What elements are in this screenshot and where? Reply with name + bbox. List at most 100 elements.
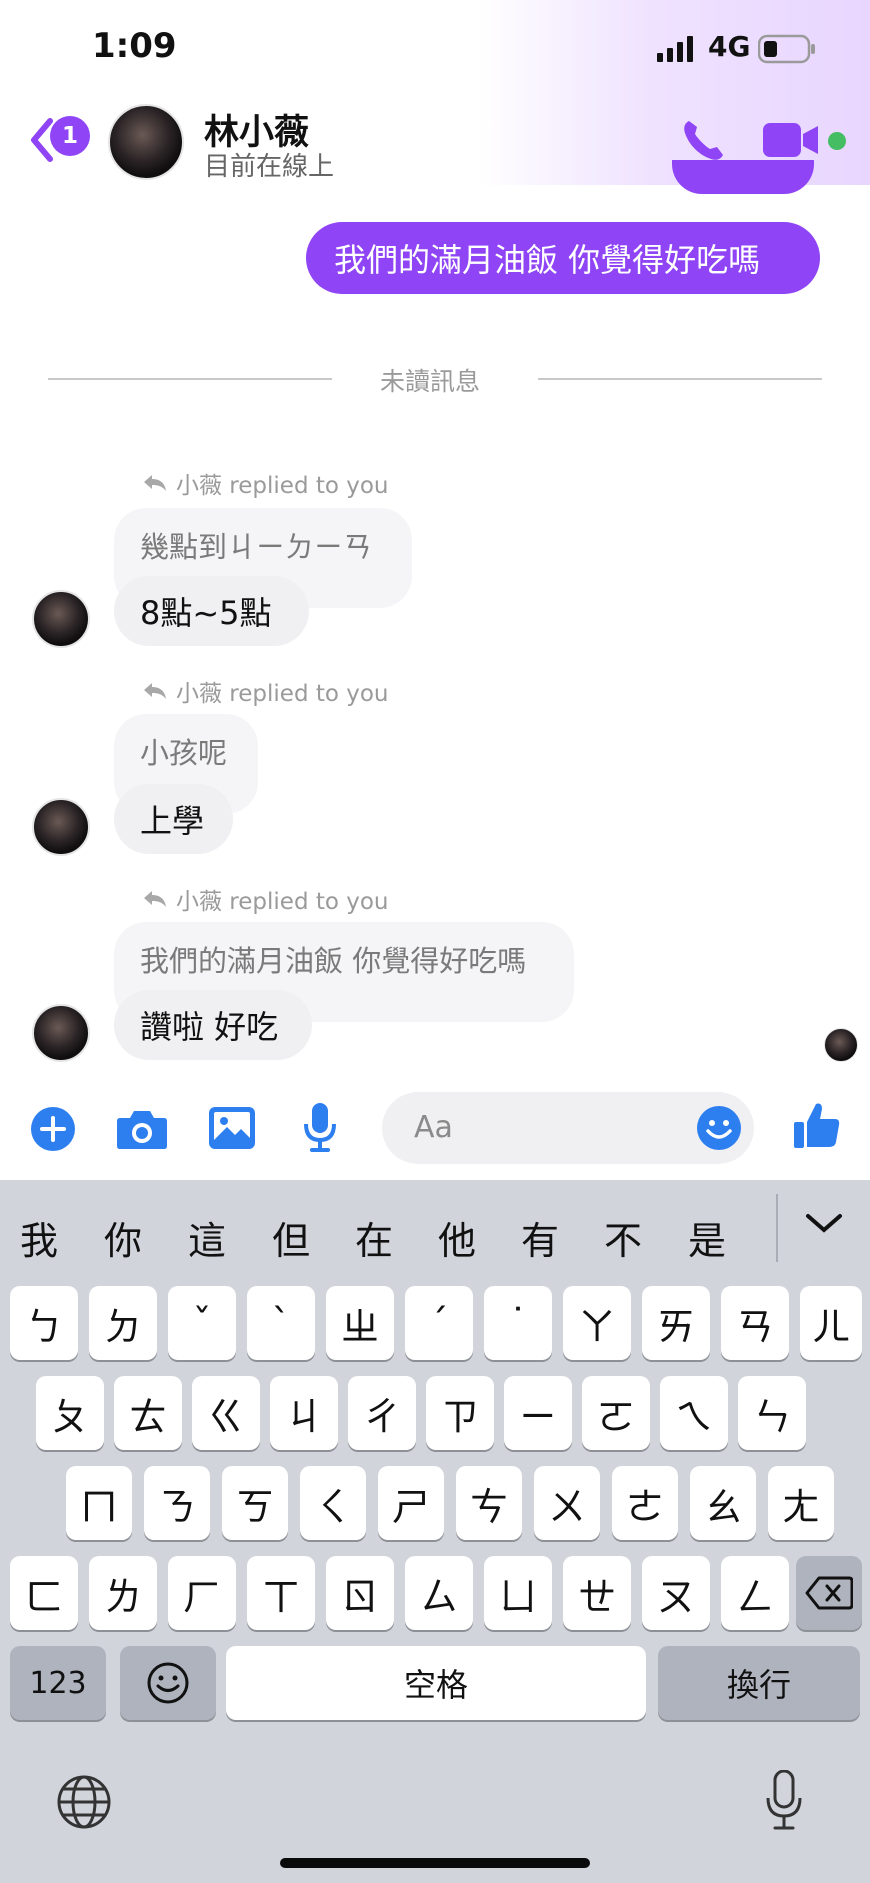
like-button[interactable] xyxy=(792,1100,842,1150)
image-icon xyxy=(209,1107,255,1149)
key[interactable]: ㄅ xyxy=(10,1286,78,1360)
reply-arrow-icon xyxy=(144,891,166,907)
key[interactable]: ㄤ xyxy=(768,1466,834,1540)
key[interactable]: ˋ xyxy=(247,1286,315,1360)
video-camera-icon xyxy=(763,123,818,157)
key[interactable]: ㄕ xyxy=(378,1466,444,1540)
key[interactable]: ㄜ xyxy=(612,1466,678,1540)
candidate-word[interactable]: 這 xyxy=(188,1210,226,1265)
battery-icon xyxy=(757,34,816,64)
call-button[interactable] xyxy=(679,115,729,165)
previous-message-bubble xyxy=(672,160,814,194)
key[interactable]: ㄊ xyxy=(114,1376,182,1450)
quoted-message-text: 幾點到ㄐㄧㄉㄧㄢ xyxy=(140,530,373,564)
key[interactable]: ㄚ xyxy=(563,1286,631,1360)
key[interactable]: ㄠ xyxy=(690,1466,756,1540)
dictation-button[interactable] xyxy=(764,1769,804,1830)
key[interactable]: ˇ xyxy=(168,1286,236,1360)
key[interactable]: ㄥ xyxy=(721,1556,789,1630)
key[interactable]: ㄍ xyxy=(192,1376,260,1450)
back-button[interactable]: 1 xyxy=(26,112,92,168)
key[interactable]: ㄈ xyxy=(10,1556,78,1630)
key[interactable]: ㄏ xyxy=(168,1556,236,1630)
key[interactable]: ㄎ xyxy=(222,1466,288,1540)
key[interactable]: ㄢ xyxy=(721,1286,789,1360)
candidate-word[interactable]: 有 xyxy=(521,1210,559,1265)
sender-avatar[interactable] xyxy=(32,1004,90,1062)
key[interactable]: ㄌ xyxy=(89,1556,157,1630)
replied-note-text: 小薇 replied to you xyxy=(176,889,389,915)
key[interactable]: ㄩ xyxy=(484,1556,552,1630)
add-button[interactable] xyxy=(30,1106,76,1152)
key[interactable]: ㄙ xyxy=(405,1556,473,1630)
read-receipt-avatar xyxy=(824,1028,858,1062)
replied-note-text: 小薇 replied to you xyxy=(176,473,389,499)
camera-button[interactable] xyxy=(116,1108,168,1150)
key[interactable]: ㄆ xyxy=(36,1376,104,1450)
candidate-word[interactable]: 我 xyxy=(20,1210,58,1265)
key[interactable]: ㄒ xyxy=(247,1556,315,1630)
candidate-word[interactable]: 但 xyxy=(272,1210,310,1265)
microphone-icon xyxy=(304,1103,336,1152)
globe-button[interactable] xyxy=(56,1774,112,1830)
key[interactable]: ㄡ xyxy=(642,1556,710,1630)
key[interactable]: ㄉ xyxy=(89,1286,157,1360)
divider-line-right xyxy=(538,378,822,380)
incoming-message[interactable]: 讚啦 好吃 xyxy=(114,990,312,1060)
key[interactable]: ㄦ xyxy=(800,1286,862,1360)
key[interactable]: ㄑ xyxy=(300,1466,366,1540)
key[interactable]: ㄇ xyxy=(66,1466,132,1540)
reply-arrow-icon xyxy=(144,683,166,699)
key[interactable]: ㄟ xyxy=(660,1376,728,1450)
key[interactable]: ˙ xyxy=(484,1286,552,1360)
key[interactable]: ㄐ xyxy=(270,1376,338,1450)
key[interactable]: ㄨ xyxy=(534,1466,600,1540)
emoji-key[interactable] xyxy=(120,1646,216,1720)
candidate-word[interactable]: 他 xyxy=(438,1210,476,1265)
sender-avatar[interactable] xyxy=(32,798,90,856)
key[interactable]: ㄣ xyxy=(738,1376,806,1450)
return-key[interactable]: 換行 xyxy=(658,1646,860,1720)
key[interactable]: ㄋ xyxy=(144,1466,210,1540)
video-call-button[interactable] xyxy=(762,120,822,160)
key[interactable]: ㄞ xyxy=(642,1286,710,1360)
key[interactable]: ㄖ xyxy=(326,1556,394,1630)
key[interactable]: ㄗ xyxy=(426,1376,494,1450)
incoming-message-text: 8點~5點 xyxy=(140,594,272,632)
thumbs-up-icon xyxy=(794,1103,840,1148)
key[interactable]: ㄧ xyxy=(504,1376,572,1450)
chevron-down-icon xyxy=(806,1214,842,1233)
globe-icon xyxy=(57,1775,111,1829)
quoted-message-text: 我們的滿月油飯 你覺得好吃嗎 xyxy=(140,944,527,978)
backspace-key[interactable] xyxy=(796,1556,862,1630)
key[interactable]: ㄛ xyxy=(582,1376,650,1450)
candidate-word[interactable]: 你 xyxy=(104,1210,142,1265)
outgoing-message[interactable]: 我們的滿月油飯 你覺得好吃嗎 xyxy=(306,222,820,294)
messenger-chat-screen: 1:09 4G 1 林小薇 目前在線上 我們的滿月油飯 你覺得好吃嗎 未讀訊息 … xyxy=(0,0,870,1883)
numbers-key[interactable]: 123 xyxy=(10,1646,106,1720)
incoming-message[interactable]: 上學 xyxy=(114,784,233,854)
message-input[interactable]: Aa xyxy=(382,1092,754,1164)
incoming-message[interactable]: 8點~5點 xyxy=(114,576,309,646)
space-key[interactable]: 空格 xyxy=(226,1646,646,1720)
key[interactable]: ㄔ xyxy=(348,1376,416,1450)
candidate-word[interactable]: 在 xyxy=(355,1210,393,1265)
incoming-message-text: 上學 xyxy=(140,802,205,840)
unread-divider-label: 未讀訊息 xyxy=(380,367,481,396)
message-input-placeholder: Aa xyxy=(414,1110,453,1145)
emoji-icon xyxy=(147,1662,189,1704)
candidate-word[interactable]: 是 xyxy=(688,1210,726,1265)
incoming-message-text: 讚啦 好吃 xyxy=(140,1008,279,1046)
contact-avatar[interactable] xyxy=(108,104,184,180)
voice-button[interactable] xyxy=(302,1102,338,1152)
candidate-word[interactable]: 不 xyxy=(604,1210,642,1265)
key[interactable]: ㄘ xyxy=(456,1466,522,1540)
outgoing-message-text: 我們的滿月油飯 你覺得好吃嗎 xyxy=(334,241,761,279)
sender-avatar[interactable] xyxy=(32,590,90,648)
gallery-button[interactable] xyxy=(208,1106,256,1150)
key[interactable]: ㄓ xyxy=(326,1286,394,1360)
expand-candidates-button[interactable] xyxy=(802,1208,846,1248)
emoji-icon[interactable] xyxy=(696,1105,742,1151)
key[interactable]: ˊ xyxy=(405,1286,473,1360)
key[interactable]: ㄝ xyxy=(563,1556,631,1630)
